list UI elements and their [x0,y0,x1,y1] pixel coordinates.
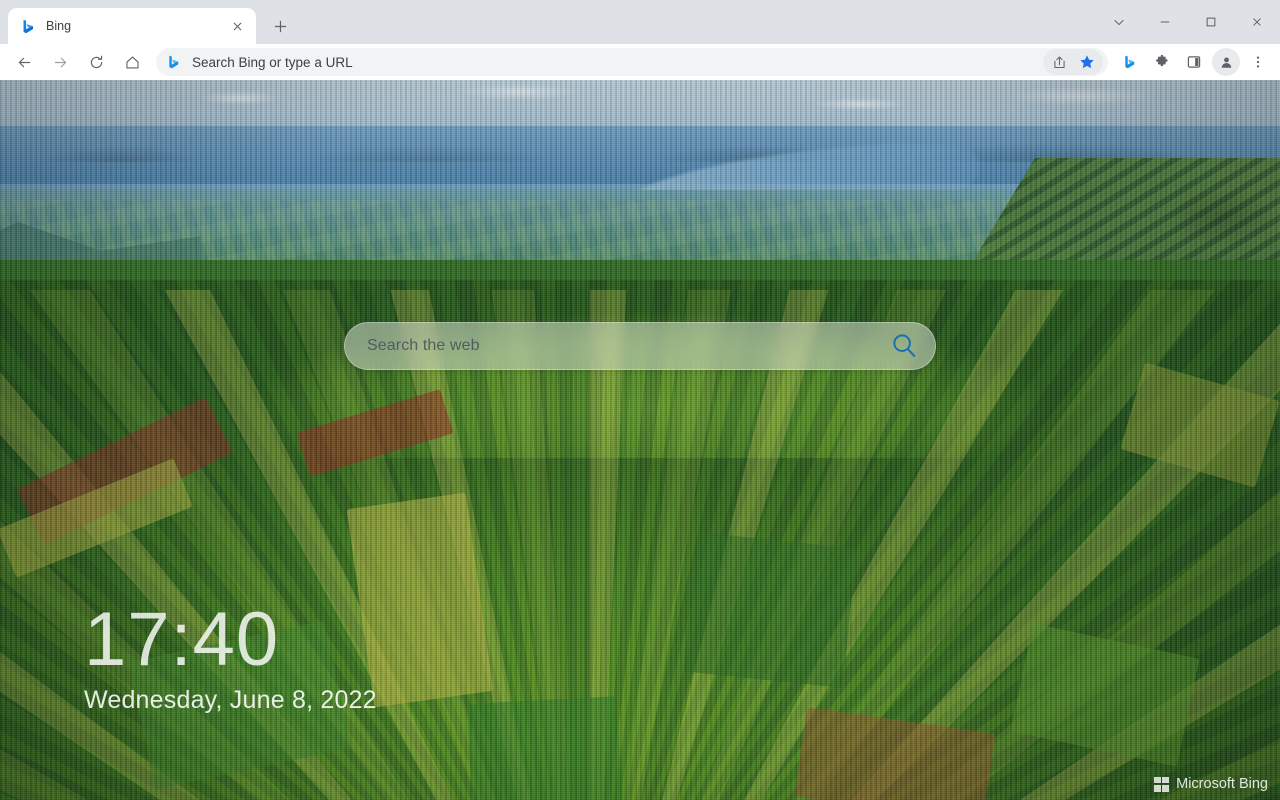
browser-toolbar: Search Bing or type a URL [0,44,1280,80]
tab-strip: Bing [0,0,1280,44]
tab-close-icon[interactable] [228,17,246,35]
search-magnifier-icon[interactable] [885,327,923,365]
minimize-button[interactable] [1142,0,1188,44]
close-window-button[interactable] [1234,0,1280,44]
home-button[interactable] [117,47,147,77]
microsoft-squares-logo [1154,776,1170,792]
side-panel-icon[interactable] [1179,47,1209,77]
forward-button[interactable] [45,47,75,77]
bing-extension-icon[interactable] [1115,47,1145,77]
new-tab-button[interactable] [266,12,294,40]
browser-tab[interactable]: Bing [8,8,256,44]
maximize-button[interactable] [1188,0,1234,44]
bing-logo-icon [20,18,37,35]
window-controls [1096,0,1280,44]
brand-label: Microsoft Bing [1176,776,1268,792]
reload-button[interactable] [81,47,111,77]
share-icon[interactable] [1046,49,1072,75]
address-bar-actions [1043,49,1103,75]
search-input[interactable]: Search the web [367,337,885,355]
bing-logo-icon [166,54,182,70]
clock-time: 17:40 [84,597,280,682]
microsoft-bing-brand[interactable]: Microsoft Bing [1154,776,1268,792]
web-search-box[interactable]: Search the web [344,322,936,370]
tab-title: Bing [46,19,72,33]
extensions-puzzle-icon[interactable] [1147,47,1177,77]
back-button[interactable] [9,47,39,77]
tab-search-button[interactable] [1096,0,1142,44]
address-bar[interactable]: Search Bing or type a URL [156,48,1108,76]
new-tab-page: Search the web 17:40 Wednesday, June 8, … [0,80,1280,800]
profile-avatar[interactable] [1212,48,1240,76]
clock-date: Wednesday, June 8, 2022 [84,686,377,714]
clock-widget: 17:40 Wednesday, June 8, 2022 [84,602,377,715]
chrome-menu-icon[interactable] [1243,47,1273,77]
bookmark-star-icon[interactable] [1074,49,1100,75]
address-bar-text: Search Bing or type a URL [192,54,353,70]
